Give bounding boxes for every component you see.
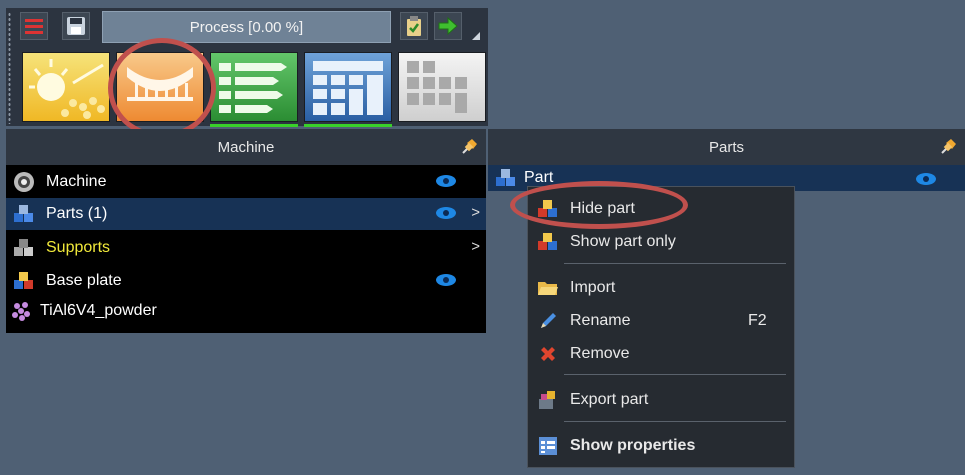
- eye-visible-icon[interactable]: [436, 274, 456, 286]
- menu-item-import[interactable]: Import: [528, 273, 794, 303]
- supports-cubes-icon: [10, 234, 38, 262]
- part-context-menu: Hide part Show part only Import Rename F…: [527, 186, 795, 468]
- machine-gear-icon: [10, 168, 38, 196]
- menu-item-label: Show properties: [570, 437, 696, 454]
- menu-button[interactable]: [20, 12, 48, 40]
- layout-active-indicator: [304, 124, 392, 127]
- pencil-icon: [534, 309, 562, 333]
- menu-item-remove[interactable]: Remove: [528, 339, 794, 369]
- tree-item-label: TiAl6V4_powder: [40, 302, 157, 319]
- main-toolbar: Process [0.00 %]: [6, 8, 488, 127]
- tree-item-machine[interactable]: Machine: [6, 166, 486, 198]
- menu-separator: [564, 421, 786, 422]
- rename-shortcut: F2: [748, 312, 767, 329]
- tree-item-powder[interactable]: TiAl6V4_powder: [6, 295, 486, 327]
- export-part-icon: [534, 388, 562, 412]
- properties-icon: [534, 434, 562, 458]
- slicing-icon: [219, 63, 287, 113]
- powder-icon: [8, 297, 36, 325]
- parts-cubes-icon: [10, 200, 38, 228]
- menu-separator: [564, 374, 786, 375]
- save-button[interactable]: [62, 12, 90, 40]
- tree-item-base-plate[interactable]: Base plate: [6, 265, 486, 297]
- toolbar-grip[interactable]: [8, 12, 11, 124]
- pin-icon: [462, 139, 477, 154]
- menu-item-label: Remove: [570, 345, 630, 362]
- green-arrow-right-icon: [438, 17, 458, 35]
- remove-x-icon: [534, 342, 562, 366]
- slicing-active-indicator: [210, 124, 298, 127]
- menu-item-label: Rename: [570, 312, 631, 329]
- submenu-arrow-icon: >: [471, 238, 480, 255]
- report-icon: [407, 61, 467, 113]
- report-tile[interactable]: [398, 52, 486, 122]
- pin-icon: [941, 139, 956, 154]
- eye-visible-icon[interactable]: [916, 173, 936, 185]
- machine-panel-header: Machine: [6, 129, 486, 165]
- process-progress-bar[interactable]: Process [0.00 %]: [102, 11, 391, 43]
- toolbar-expand-corner-icon[interactable]: [472, 32, 480, 40]
- parts-panel-title: Parts: [708, 138, 744, 156]
- tree-item-label: Machine: [46, 173, 107, 190]
- parts-panel-header: Parts: [488, 129, 965, 165]
- tree-item-parts[interactable]: Parts (1) >: [6, 198, 486, 230]
- submenu-arrow-icon: >: [471, 204, 480, 221]
- menu-item-label: Import: [570, 279, 616, 296]
- highlight-ellipse-hide-part: [510, 181, 688, 229]
- laser-exposure-icon: [29, 59, 105, 119]
- menu-item-label: Export part: [570, 391, 649, 408]
- show-part-only-icon: [534, 230, 562, 254]
- parts-panel-pin-button[interactable]: [931, 129, 965, 165]
- menu-item-label: Show part only: [570, 233, 676, 250]
- machine-panel-title: Machine: [217, 138, 275, 156]
- laser-exposure-tile[interactable]: [22, 52, 110, 122]
- clipboard-check-icon: [407, 16, 421, 36]
- slicing-tile[interactable]: [210, 52, 298, 122]
- build-layout-tile[interactable]: [304, 52, 392, 122]
- process-progress-label: Process [0.00 %]: [189, 18, 304, 36]
- base-plate-icon: [10, 267, 38, 295]
- machine-panel-pin-button[interactable]: [452, 129, 486, 165]
- checklist-button[interactable]: [400, 12, 428, 40]
- part-cubes-icon: [494, 167, 518, 194]
- menu-item-export-part[interactable]: Export part: [528, 385, 794, 415]
- menu-item-rename[interactable]: Rename F2: [528, 306, 794, 336]
- hamburger-menu-icon: [25, 19, 43, 34]
- eye-visible-icon[interactable]: [436, 207, 456, 219]
- run-button[interactable]: [434, 12, 462, 40]
- tree-item-label: Parts (1): [46, 205, 108, 222]
- eye-visible-icon[interactable]: [436, 175, 456, 187]
- tree-item-label: Base plate: [46, 272, 122, 289]
- menu-item-show-properties[interactable]: Show properties: [528, 431, 794, 461]
- menu-separator: [564, 263, 786, 264]
- tree-item-supports[interactable]: Supports >: [6, 232, 486, 264]
- tree-item-label: Supports: [46, 239, 111, 256]
- menu-item-show-part-only[interactable]: Show part only: [528, 227, 794, 257]
- machine-tree: Machine Parts (1) > Supports > Base plat…: [6, 165, 486, 333]
- save-disk-icon: [67, 17, 85, 35]
- highlight-ellipse-support-tile: [108, 38, 216, 138]
- folder-import-icon: [534, 276, 562, 300]
- build-layout-icon: [313, 61, 383, 115]
